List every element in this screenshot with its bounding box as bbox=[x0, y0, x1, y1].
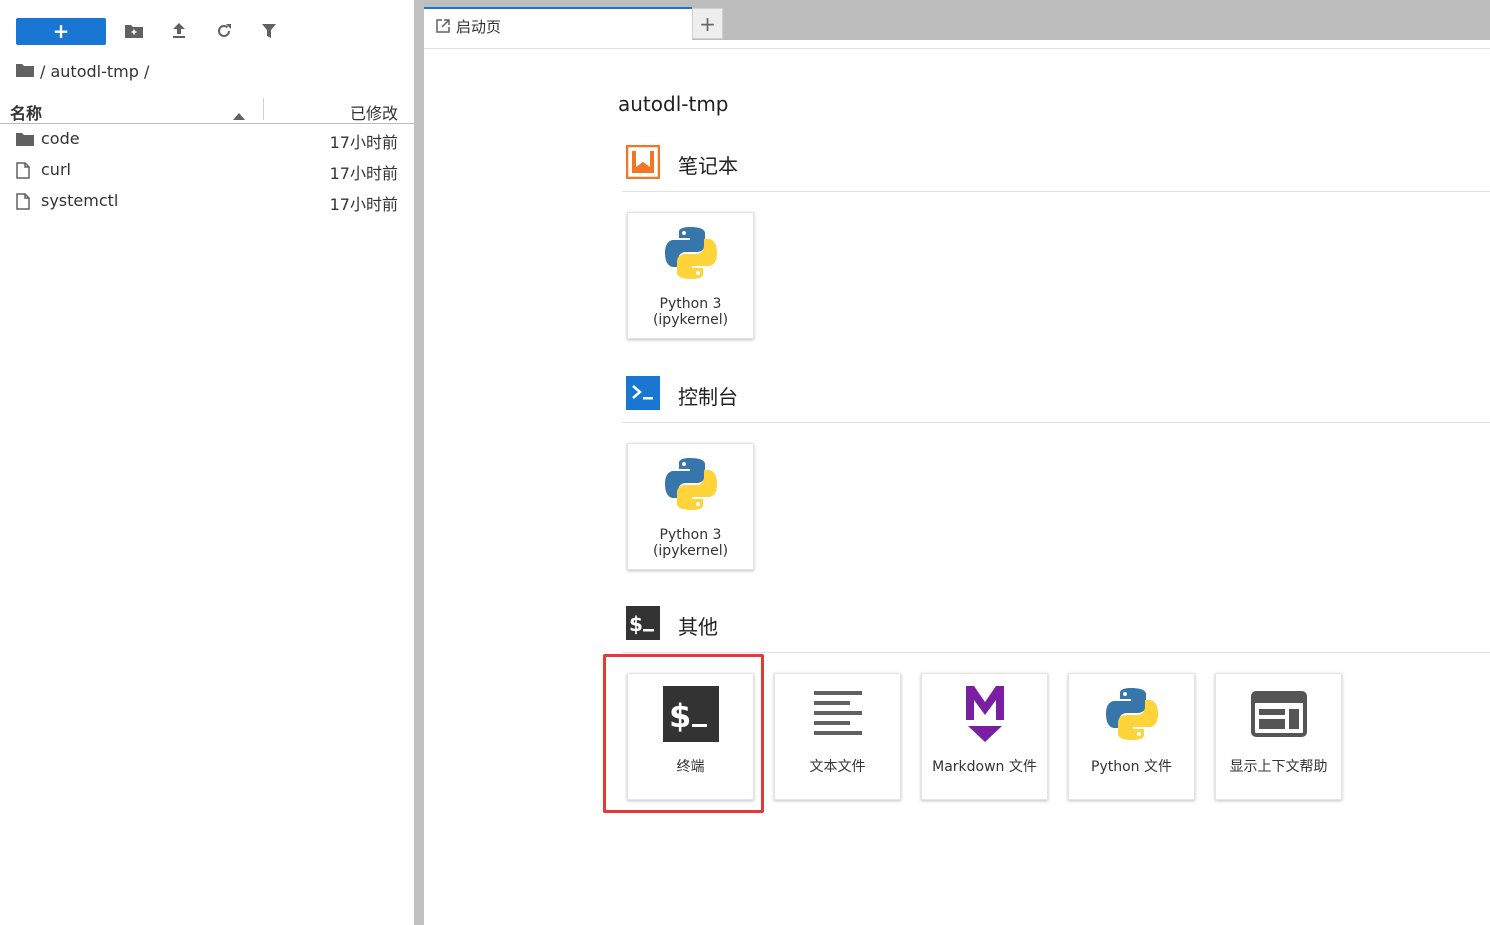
file-name: curl bbox=[41, 160, 71, 179]
name-column-header[interactable]: 名称 bbox=[10, 100, 42, 124]
add-tab-button[interactable]: + bbox=[692, 8, 723, 39]
console-python3-card[interactable]: Python 3 (ipykernel) bbox=[627, 443, 754, 570]
launcher-icon bbox=[436, 18, 450, 37]
panel-splitter[interactable] bbox=[414, 0, 424, 925]
terminal-card[interactable]: $ 终端 bbox=[627, 673, 754, 800]
breadcrumb-path[interactable]: / autodl-tmp / bbox=[40, 62, 149, 81]
other-terminal-icon: $ bbox=[626, 606, 660, 640]
file-icon bbox=[16, 193, 30, 214]
markdown-file-card[interactable]: Markdown 文件 bbox=[921, 673, 1048, 800]
file-list-header: 名称 已修改 bbox=[0, 96, 414, 124]
file-modified: 17小时前 bbox=[329, 164, 398, 183]
context-help-card[interactable]: 显示上下文帮助 bbox=[1215, 673, 1342, 800]
text-file-icon bbox=[775, 684, 900, 744]
context-help-icon bbox=[1216, 684, 1341, 744]
folder-icon bbox=[16, 131, 34, 150]
card-label: 终端 bbox=[676, 759, 705, 775]
section-divider bbox=[622, 652, 1490, 653]
filter-icon[interactable] bbox=[259, 21, 279, 41]
python-icon bbox=[1069, 684, 1194, 744]
console-icon bbox=[626, 376, 660, 410]
file-row-systemctl[interactable]: systemctl 17小时前 bbox=[0, 186, 414, 217]
notebook-python3-card[interactable]: Python 3 (ipykernel) bbox=[627, 212, 754, 339]
markdown-icon bbox=[922, 684, 1047, 744]
terminal-icon: $ bbox=[628, 684, 753, 744]
file-name: code bbox=[41, 129, 80, 148]
notebook-icon bbox=[625, 144, 661, 180]
svg-text:$: $ bbox=[669, 697, 691, 735]
card-label: Python 3 (ipykernel) bbox=[652, 527, 729, 559]
card-label: 显示上下文帮助 bbox=[1229, 759, 1328, 775]
divider bbox=[424, 48, 1490, 49]
folder-icon bbox=[16, 62, 40, 81]
upload-icon[interactable] bbox=[169, 21, 189, 41]
python-icon bbox=[628, 454, 753, 514]
modified-column-header[interactable]: 已修改 bbox=[350, 100, 398, 124]
file-row-curl[interactable]: curl 17小时前 bbox=[0, 155, 414, 186]
new-folder-icon[interactable] bbox=[124, 21, 144, 41]
file-browser-toolbar: + bbox=[16, 17, 106, 45]
refresh-icon[interactable] bbox=[214, 21, 234, 41]
tab-launcher[interactable]: 启动页 bbox=[424, 7, 692, 40]
file-row-code[interactable]: code 17小时前 bbox=[0, 124, 414, 155]
section-title-console: 控制台 bbox=[678, 385, 738, 409]
column-divider[interactable] bbox=[263, 98, 264, 120]
text-file-card[interactable]: 文本文件 bbox=[774, 673, 901, 800]
card-label: Markdown 文件 bbox=[932, 759, 1037, 775]
section-divider bbox=[622, 191, 1490, 192]
breadcrumb[interactable]: / autodl-tmp / bbox=[16, 62, 149, 81]
card-label: Python 3 (ipykernel) bbox=[652, 296, 729, 328]
new-launcher-button[interactable]: + bbox=[16, 17, 106, 45]
section-title-other: 其他 bbox=[678, 615, 718, 639]
file-modified: 17小时前 bbox=[329, 133, 398, 152]
svg-text:$: $ bbox=[629, 612, 643, 636]
file-icon bbox=[16, 162, 30, 183]
section-title-notebook: 笔记本 bbox=[678, 154, 738, 178]
file-browser: + / autodl-tmp / 名称 已修改 code 17小时前 curl … bbox=[0, 0, 414, 925]
python-file-card[interactable]: Python 文件 bbox=[1068, 673, 1195, 800]
card-label: 文本文件 bbox=[809, 759, 866, 775]
file-name: systemctl bbox=[41, 191, 119, 210]
launcher-cwd: autodl-tmp bbox=[618, 92, 729, 116]
tab-label: 启动页 bbox=[456, 18, 502, 36]
sort-ascending-icon[interactable] bbox=[233, 105, 245, 124]
file-modified: 17小时前 bbox=[329, 195, 398, 214]
card-label: Python 文件 bbox=[1091, 759, 1172, 775]
python-icon bbox=[628, 223, 753, 283]
tab-bar: 启动页 + bbox=[424, 0, 1490, 40]
section-divider bbox=[622, 422, 1490, 423]
